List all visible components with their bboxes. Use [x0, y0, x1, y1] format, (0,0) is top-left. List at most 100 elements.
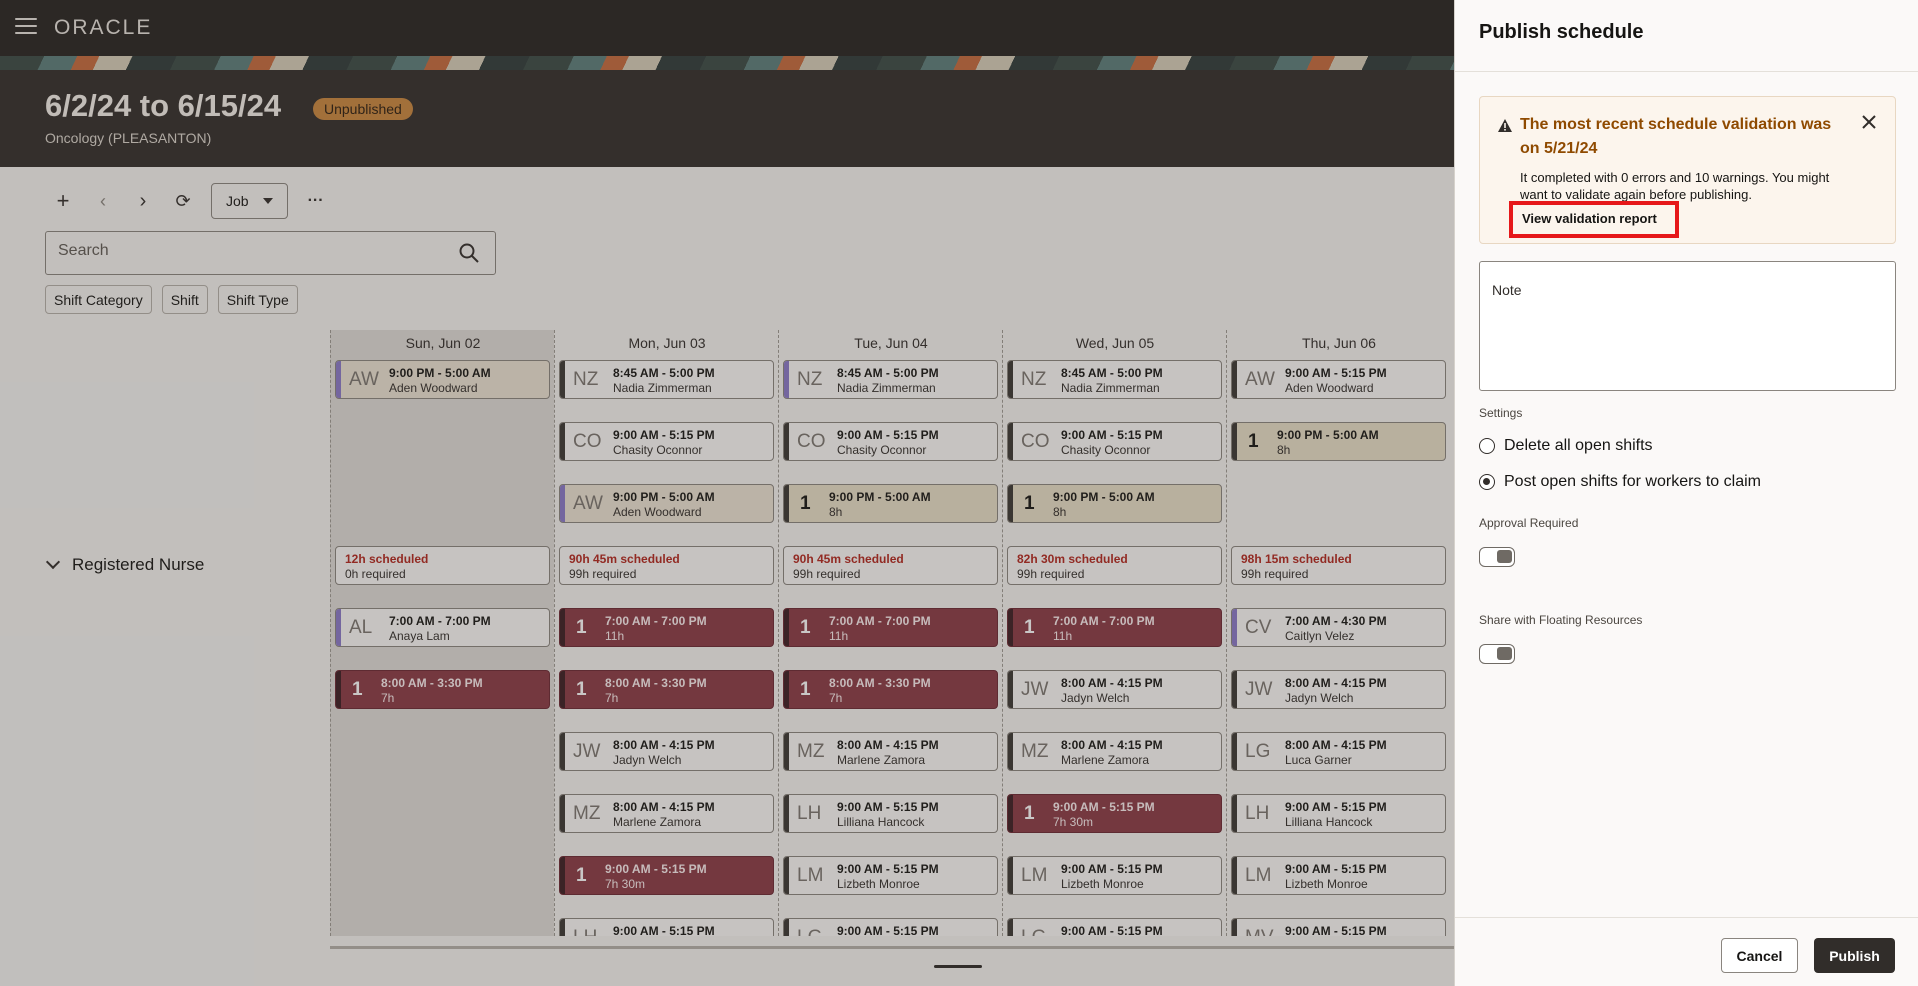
radio-delete-open-shifts[interactable]: Delete all open shifts [1479, 437, 1653, 455]
shift-time: 8:45 AM - 5:00 PM [837, 366, 939, 380]
coverage-summary[interactable]: 12h scheduled 0h required [335, 546, 550, 585]
menu-icon[interactable] [15, 18, 37, 36]
shift-card[interactable]: LH 9:00 AM - 5:15 PM Lilliana Hancock [1231, 794, 1446, 833]
open-shift-card[interactable]: 1 9:00 AM - 5:15 PM 7h 30m [559, 856, 774, 895]
decorative-banner [0, 56, 1454, 70]
shift-initials: 1 [352, 679, 363, 700]
day-header: Sun, Jun 02 [405, 335, 481, 351]
shift-initials: 1 [800, 617, 811, 638]
shift-card[interactable]: MZ 8:00 AM - 4:15 PM Marlene Zamora [1007, 732, 1222, 771]
shift-card[interactable]: AW 9:00 PM - 5:00 AM Aden Woodward [335, 360, 550, 399]
radio-button[interactable] [1479, 438, 1495, 454]
shift-card[interactable]: LH 9:00 AM - 5:15 PM Lilliana Hancock [783, 794, 998, 833]
shift-card[interactable]: LH 9:00 AM - 5:15 PM [559, 918, 774, 936]
open-shift-card[interactable]: 1 9:00 PM - 5:00 AM 8h [1007, 484, 1222, 523]
shift-initials: 1 [1024, 803, 1035, 824]
shift-initials: LM [1245, 865, 1272, 886]
shift-card[interactable]: NZ 8:45 AM - 5:00 PM Nadia Zimmerman [1007, 360, 1222, 399]
shift-card[interactable]: JW 8:00 AM - 4:15 PM Jadyn Welch [1231, 670, 1446, 709]
shift-card[interactable]: NZ 8:45 AM - 5:00 PM Nadia Zimmerman [783, 360, 998, 399]
divider [1455, 71, 1918, 72]
shift-detail: Chasity Oconnor [613, 443, 703, 457]
view-validation-report-link[interactable]: View validation report [1509, 201, 1679, 238]
refresh-icon[interactable]: ⟳ [165, 183, 201, 219]
shift-card[interactable]: AW 9:00 PM - 5:00 AM Aden Woodward [559, 484, 774, 523]
shift-card[interactable]: MZ 8:00 AM - 4:15 PM Marlene Zamora [559, 794, 774, 833]
shift-detail: 11h [605, 629, 625, 643]
shift-time: 9:00 AM - 5:15 PM [1061, 924, 1163, 936]
shift-card[interactable]: CV 7:00 AM - 4:30 PM Caitlyn Velez [1231, 608, 1446, 647]
shift-card[interactable]: MZ 8:00 AM - 4:15 PM Marlene Zamora [783, 732, 998, 771]
group-registered-nurse[interactable]: Registered Nurse [45, 554, 204, 575]
open-shift-card[interactable]: 1 7:00 AM - 7:00 PM 11h [559, 608, 774, 647]
close-icon[interactable] [1859, 112, 1879, 132]
open-shift-card[interactable]: 1 9:00 PM - 5:00 AM 8h [1231, 422, 1446, 461]
shift-card[interactable]: JW 8:00 AM - 4:15 PM Jadyn Welch [559, 732, 774, 771]
note-input[interactable] [1490, 306, 1885, 384]
radio-label: Delete all open shifts [1504, 437, 1653, 454]
open-shift-card[interactable]: 1 7:00 AM - 7:00 PM 11h [1007, 608, 1222, 647]
shift-card[interactable]: CO 9:00 AM - 5:15 PM Chasity Oconnor [1007, 422, 1222, 461]
shift-card[interactable]: LG 8:00 AM - 4:15 PM Luca Garner [1231, 732, 1446, 771]
shift-time: 7:00 AM - 7:00 PM [389, 614, 491, 628]
filter-chip-shift-type[interactable]: Shift Type [217, 285, 298, 314]
drag-handle[interactable] [934, 965, 982, 968]
search-input[interactable] [58, 242, 438, 260]
shift-initials: MV [1245, 927, 1274, 936]
shift-time: 7:00 AM - 4:30 PM [1285, 614, 1387, 628]
shift-card[interactable]: LM 9:00 AM - 5:15 PM Lizbeth Monroe [783, 856, 998, 895]
cancel-button[interactable]: Cancel [1721, 938, 1798, 973]
status-badge: Unpublished [313, 98, 413, 120]
shift-time: 8:00 AM - 4:15 PM [1061, 676, 1163, 690]
day-header: Thu, Jun 06 [1302, 335, 1376, 351]
open-shift-card[interactable]: 1 8:00 AM - 3:30 PM 7h [783, 670, 998, 709]
add-icon[interactable]: + [45, 183, 81, 219]
shift-detail: Caitlyn Velez [1285, 629, 1355, 643]
shift-detail: Lizbeth Monroe [1061, 877, 1144, 891]
shift-card[interactable]: CO 9:00 AM - 5:15 PM Chasity Oconnor [559, 422, 774, 461]
shift-card[interactable]: NZ 8:45 AM - 5:00 PM Nadia Zimmerman [559, 360, 774, 399]
filter-chip-shift-category[interactable]: Shift Category [45, 285, 152, 314]
more-icon[interactable]: ··· [298, 183, 334, 219]
filter-chip-shift[interactable]: Shift [161, 285, 208, 314]
required-hours: 99h required [569, 567, 637, 581]
shift-time: 8:00 AM - 3:30 PM [829, 676, 931, 690]
next-icon[interactable]: › [125, 183, 161, 219]
schedule-app: ORACLE 6/2/24 to 6/15/24 Unpublished Onc… [0, 0, 1454, 986]
shift-card[interactable]: LM 9:00 AM - 5:15 PM Lizbeth Monroe [1007, 856, 1222, 895]
shift-card[interactable]: AL 7:00 AM - 7:00 PM Anaya Lam [335, 608, 550, 647]
shift-card[interactable]: CO 9:00 AM - 5:15 PM Chasity Oconnor [783, 422, 998, 461]
required-hours: 99h required [1017, 567, 1085, 581]
open-shift-card[interactable]: 1 9:00 AM - 5:15 PM 7h 30m [1007, 794, 1222, 833]
shift-initials: LH [797, 803, 822, 824]
coverage-summary[interactable]: 82h 30m scheduled 99h required [1007, 546, 1222, 585]
coverage-summary[interactable]: 90h 45m scheduled 99h required [783, 546, 998, 585]
shift-card[interactable]: LG 9:00 AM - 5:15 PM [1007, 918, 1222, 936]
open-shift-card[interactable]: 1 8:00 AM - 3:30 PM 7h [559, 670, 774, 709]
shift-detail: Aden Woodward [613, 505, 702, 519]
coverage-summary[interactable]: 98h 15m scheduled 99h required [1231, 546, 1446, 585]
previous-icon[interactable]: ‹ [85, 183, 121, 219]
shift-detail: 7h [605, 691, 619, 705]
open-shift-card[interactable]: 1 9:00 PM - 5:00 AM 8h [783, 484, 998, 523]
search-icon[interactable] [459, 243, 479, 263]
horizontal-scrollbar[interactable] [330, 946, 1454, 949]
shift-card[interactable]: MV 9:00 AM - 5:15 PM [1231, 918, 1446, 936]
open-shift-card[interactable]: 1 8:00 AM - 3:30 PM 7h [335, 670, 550, 709]
page-title: 6/2/24 to 6/15/24 [45, 88, 282, 123]
shift-detail: Marlene Zamora [1061, 753, 1150, 767]
open-shift-card[interactable]: 1 7:00 AM - 7:00 PM 11h [783, 608, 998, 647]
radio-button[interactable] [1479, 474, 1495, 490]
approval-required-toggle[interactable] [1479, 547, 1515, 567]
coverage-summary[interactable]: 90h 45m scheduled 99h required [559, 546, 774, 585]
radio-post-open-shifts[interactable]: Post open shifts for workers to claim [1479, 473, 1761, 491]
day-column: Thu, Jun 06 AW 9:00 AM - 5:15 PM Aden Woodw… [1226, 330, 1450, 936]
shift-card[interactable]: AW 9:00 AM - 5:15 PM Aden Woodward [1231, 360, 1446, 399]
job-dropdown[interactable]: Job [211, 183, 288, 219]
publish-button[interactable]: Publish [1814, 938, 1895, 973]
shift-card[interactable]: LM 9:00 AM - 5:15 PM Lizbeth Monroe [1231, 856, 1446, 895]
share-floating-toggle[interactable] [1479, 644, 1515, 664]
shift-card[interactable]: JW 8:00 AM - 4:15 PM Jadyn Welch [1007, 670, 1222, 709]
shift-initials: 1 [1248, 431, 1259, 452]
shift-card[interactable]: LG 9:00 AM - 5:15 PM [783, 918, 998, 936]
